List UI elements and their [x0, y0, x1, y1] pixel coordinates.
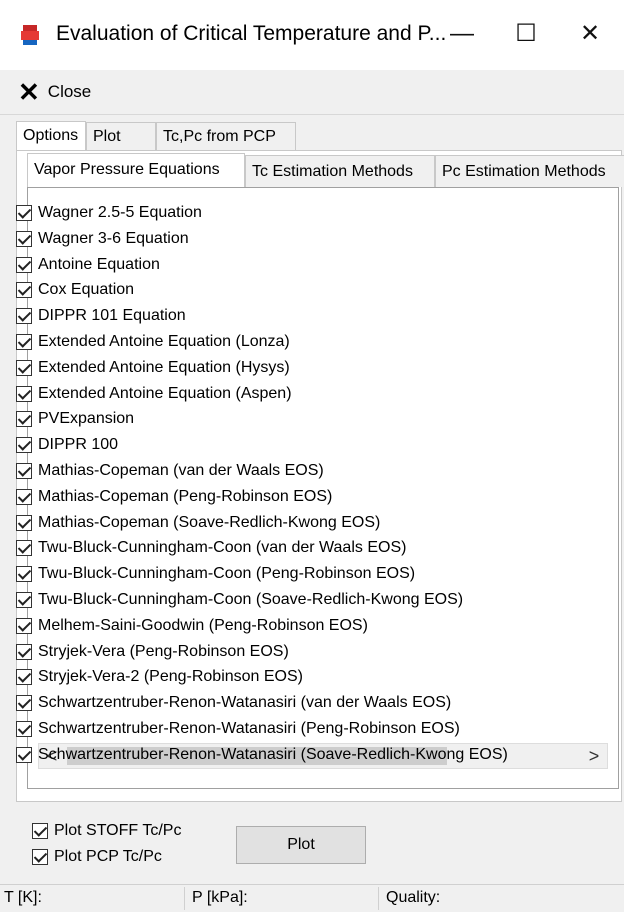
equation-checkbox-row[interactable]: Wagner 3-6 Equation	[16, 226, 189, 252]
tab-tc-estimation-methods[interactable]: Tc Estimation Methods	[245, 155, 435, 187]
minimize-button[interactable]: —	[430, 12, 494, 56]
equation-label: Extended Antoine Equation (Hysys)	[38, 358, 290, 376]
checkbox-checked-icon[interactable]	[16, 488, 32, 505]
equation-label: Melhem-Saini-Goodwin (Peng-Robinson EOS)	[38, 616, 368, 634]
plot-pcp-label: Plot PCP Tc/Pc	[54, 848, 162, 865]
equation-label: Cox Equation	[38, 281, 135, 299]
equation-label: Schwartzentruber-Renon-Watanasiri (Peng-…	[38, 720, 460, 737]
checkbox-checked-icon[interactable]	[16, 282, 32, 299]
equation-checkbox-row[interactable]: Antoine Equation	[16, 252, 160, 278]
plot-stoff-checkbox[interactable]: Plot STOFF Tc/Pc	[32, 818, 181, 844]
equation-label: Schwartzentruber-Renon-Watanasiri (Soave…	[38, 745, 508, 763]
checkbox-checked-icon[interactable]	[16, 230, 32, 247]
equation-checkbox-row[interactable]: Twu-Bluck-Cunningham-Coon (van der Waals…	[16, 535, 406, 561]
equation-label: Stryjek-Vera (Peng-Robinson EOS)	[38, 642, 289, 660]
checkbox-checked-icon[interactable]	[16, 643, 32, 660]
equation-checkbox-row[interactable]: DIPPR 100	[16, 432, 118, 458]
plot-button[interactable]: Plot	[236, 826, 366, 864]
equation-label: DIPPR 101 Equation	[38, 307, 186, 325]
tab-tc-pc-from-pcp[interactable]: Tc,Pc from PCP	[156, 122, 296, 150]
equation-label: Extended Antoine Equation (Aspen)	[38, 384, 292, 402]
plot-stoff-label: Plot STOFF Tc/Pc	[54, 822, 182, 839]
tab-vapor-pressure-equations[interactable]: Vapor Pressure Equations	[27, 153, 245, 187]
checkbox-checked-icon[interactable]	[16, 540, 32, 557]
status-separator	[378, 887, 379, 910]
equation-label: PVExpansion	[38, 410, 135, 428]
maximize-button[interactable]: ☐	[494, 12, 558, 56]
tab-pc-estimation-methods[interactable]: Pc Estimation Methods	[435, 155, 624, 187]
checkbox-checked-icon[interactable]	[16, 437, 32, 454]
checkbox-checked-icon[interactable]	[32, 823, 48, 839]
equation-label: Stryjek-Vera-2 (Peng-Robinson EOS)	[38, 668, 303, 686]
plot-pcp-checkbox[interactable]: Plot PCP Tc/Pc	[32, 844, 162, 870]
checkbox-checked-icon[interactable]	[16, 334, 32, 350]
equation-label: Mathias-Copeman (Peng-Robinson EOS)	[38, 487, 333, 505]
status-separator	[184, 887, 185, 910]
equation-label: DIPPR 100	[38, 436, 119, 454]
toolbar: ✕ Close	[0, 70, 624, 115]
equation-label: Schwartzentruber-Renon-Watanasiri (van d…	[38, 694, 452, 712]
checkbox-checked-icon[interactable]	[16, 746, 32, 763]
close-button-label: Close	[47, 82, 92, 101]
equation-label: Twu-Bluck-Cunningham-Coon (Peng-Robinson…	[38, 565, 416, 583]
status-bar: T [K]: P [kPa]: Quality:	[0, 884, 624, 912]
checkbox-checked-icon[interactable]	[16, 205, 32, 221]
checkbox-checked-icon[interactable]	[16, 463, 32, 479]
checkbox-checked-icon[interactable]	[16, 385, 32, 402]
equation-checkbox-row[interactable]: DIPPR 101 Equation	[16, 303, 186, 329]
equation-checkbox-row[interactable]: Extended Antoine Equation (Hysys)	[16, 355, 290, 381]
status-quality: Quality:	[386, 889, 441, 906]
checkbox-checked-icon[interactable]	[16, 359, 32, 376]
checkbox-checked-icon[interactable]	[16, 411, 32, 428]
equation-checkbox-row[interactable]: Cox Equation	[16, 277, 134, 303]
checkbox-checked-icon[interactable]	[16, 566, 32, 583]
equation-label: Wagner 3-6 Equation	[38, 229, 189, 247]
window-close-button[interactable]: ✕	[558, 12, 622, 56]
checkbox-checked-icon[interactable]	[16, 695, 32, 712]
equation-checkbox-row[interactable]: Stryjek-Vera-2 (Peng-Robinson EOS)	[16, 664, 303, 690]
equation-checkbox-row[interactable]: PVExpansion	[16, 406, 134, 432]
equation-checkbox-row[interactable]: Melhem-Saini-Goodwin (Peng-Robinson EOS)	[16, 613, 368, 639]
equation-checkbox-row[interactable]: Extended Antoine Equation (Lonza)	[16, 329, 290, 355]
equation-checkbox-row[interactable]: Extended Antoine Equation (Aspen)	[16, 381, 292, 407]
close-icon: ✕	[18, 77, 40, 107]
equation-checkbox-row[interactable]: Schwartzentruber-Renon-Watanasiri (Peng-…	[16, 716, 460, 742]
tab-plot[interactable]: Plot	[86, 122, 156, 150]
equation-checkbox-row[interactable]: Mathias-Copeman (van der Waals EOS)	[16, 458, 324, 484]
status-pressure: P [kPa]:	[192, 889, 248, 906]
checkbox-checked-icon[interactable]	[16, 669, 32, 686]
app-icon	[21, 25, 39, 45]
equation-checkbox-row[interactable]: Wagner 2.5-5 Equation	[16, 200, 202, 226]
scroll-right-icon[interactable]: >	[581, 744, 607, 768]
equation-checkbox-row[interactable]: Mathias-Copeman (Soave-Redlich-Kwong EOS…	[16, 510, 380, 536]
equation-label: Twu-Bluck-Cunningham-Coon (Soave-Redlich…	[38, 591, 464, 608]
title-bar: Evaluation of Critical Temperature and P…	[0, 0, 624, 70]
equation-label: Mathias-Copeman (van der Waals EOS)	[38, 462, 324, 479]
equation-checkbox-row[interactable]: Schwartzentruber-Renon-Watanasiri (van d…	[16, 690, 451, 716]
equation-checkbox-row[interactable]: Twu-Bluck-Cunningham-Coon (Soave-Redlich…	[16, 587, 463, 613]
equation-label: Mathias-Copeman (Soave-Redlich-Kwong EOS…	[38, 513, 381, 531]
checkbox-checked-icon[interactable]	[16, 617, 32, 634]
checkbox-checked-icon[interactable]	[16, 592, 32, 608]
equation-checkbox-row[interactable]: Schwartzentruber-Renon-Watanasiri (Soave…	[16, 742, 508, 768]
checkbox-checked-icon[interactable]	[16, 721, 32, 737]
equation-label: Wagner 2.5-5 Equation	[38, 204, 202, 221]
equation-checkbox-row[interactable]: Stryjek-Vera (Peng-Robinson EOS)	[16, 639, 289, 665]
checkbox-checked-icon[interactable]	[16, 514, 32, 531]
equation-label: Twu-Bluck-Cunningham-Coon (van der Waals…	[38, 539, 407, 557]
close-button[interactable]: ✕ Close	[18, 78, 91, 106]
checkbox-checked-icon[interactable]	[16, 308, 32, 325]
equation-label: Extended Antoine Equation (Lonza)	[38, 333, 290, 350]
tab-options[interactable]: Options	[16, 121, 86, 151]
equation-checkbox-row[interactable]: Twu-Bluck-Cunningham-Coon (Peng-Robinson…	[16, 561, 415, 587]
equation-label: Antoine Equation	[38, 255, 160, 273]
status-temperature: T [K]:	[4, 889, 42, 906]
equation-checkbox-row[interactable]: Mathias-Copeman (Peng-Robinson EOS)	[16, 484, 332, 510]
checkbox-checked-icon[interactable]	[16, 256, 32, 273]
checkbox-checked-icon[interactable]	[32, 849, 48, 865]
window-title: Evaluation of Critical Temperature and P…	[56, 22, 447, 45]
